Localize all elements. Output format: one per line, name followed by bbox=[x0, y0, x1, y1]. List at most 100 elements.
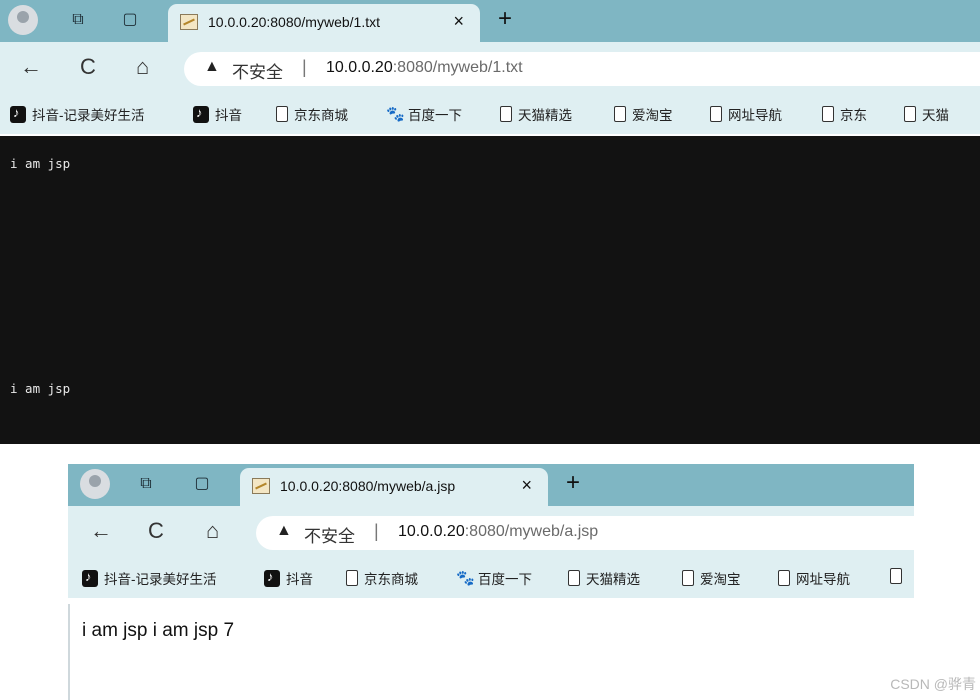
home-icon[interactable]: ⌂ bbox=[136, 54, 149, 80]
insecure-label[interactable]: 不安全 bbox=[304, 522, 355, 547]
bookmark-label: 京东商城 bbox=[364, 572, 418, 587]
baidu-paw-icon: 🐾 bbox=[386, 105, 405, 123]
tomcat-favicon-icon bbox=[252, 478, 270, 494]
tab-active[interactable]: 10.0.0.20:8080/myweb/a.jsp × bbox=[240, 468, 548, 506]
tab-actions-icon[interactable]: ▢ bbox=[192, 474, 212, 494]
bookmark-item[interactable]: 天猫精选 bbox=[568, 568, 640, 588]
page-text: i am jsp i am jsp 7 bbox=[82, 620, 235, 641]
bookmark-item[interactable]: 爱淘宝 bbox=[682, 568, 741, 588]
bookmark-item[interactable]: 🐾 百度一下 bbox=[386, 104, 462, 124]
insecure-label[interactable]: 不安全 bbox=[232, 58, 283, 83]
bookmark-label: 天猫 bbox=[922, 108, 949, 123]
page-icon bbox=[710, 106, 722, 122]
page-icon bbox=[614, 106, 626, 122]
warning-triangle-icon[interactable]: ▲ bbox=[276, 522, 292, 540]
page-content: i am jsp i am jsp 7 bbox=[68, 604, 914, 700]
tab-actions-icon[interactable]: ▢ bbox=[120, 10, 140, 30]
url-host: 10.0.0.20 bbox=[398, 523, 465, 540]
tab-strip: ⧉ ▢ 10.0.0.20:8080/myweb/1.txt × + bbox=[0, 0, 980, 42]
bookmark-label: 爱淘宝 bbox=[700, 572, 741, 587]
bookmark-item[interactable]: 天猫 bbox=[904, 104, 949, 124]
url-host: 10.0.0.20 bbox=[326, 59, 393, 76]
watermark: CSDN @骅青 bbox=[890, 676, 976, 692]
url-path: :8080/myweb/1.txt bbox=[392, 59, 523, 76]
page-icon bbox=[778, 570, 790, 586]
browser-window-bottom: ⧉ ▢ 10.0.0.20:8080/myweb/a.jsp × + ← C ⌂… bbox=[68, 464, 914, 700]
tiktok-icon bbox=[193, 105, 209, 123]
url-text[interactable]: 10.0.0.20:8080/myweb/1.txt bbox=[326, 59, 523, 77]
page-icon bbox=[500, 106, 512, 122]
page-icon bbox=[568, 570, 580, 586]
bookmark-item[interactable]: 抖音-记录美好生活 bbox=[10, 104, 145, 124]
bookmark-item[interactable]: 京东商城 bbox=[346, 568, 418, 588]
bookmark-item[interactable]: 京东商城 bbox=[276, 104, 348, 124]
bookmarks-bar: 抖音-记录美好生活 抖音 京东商城 🐾百度一下 天猫精选 爱淘宝 网址导航 京东… bbox=[0, 94, 980, 134]
address-bar[interactable]: ▲ 不安全 | 10.0.0.20:8080/myweb/1.txt bbox=[184, 52, 980, 86]
workspaces-icon[interactable]: ⧉ bbox=[136, 474, 156, 494]
bookmark-label: 百度一下 bbox=[408, 108, 462, 123]
bookmarks-bar: 抖音-记录美好生活 抖音 京东商城 🐾百度一下 天猫精选 爱淘宝 网址导航 bbox=[68, 558, 914, 598]
tiktok-icon bbox=[10, 105, 26, 123]
bookmark-label: 京东商城 bbox=[294, 108, 348, 123]
bookmark-label: 百度一下 bbox=[478, 572, 532, 587]
bookmark-label: 天猫精选 bbox=[518, 108, 572, 123]
reload-icon[interactable]: C bbox=[148, 518, 164, 544]
home-icon[interactable]: ⌂ bbox=[206, 518, 219, 544]
tab-active[interactable]: 10.0.0.20:8080/myweb/1.txt × bbox=[168, 4, 480, 42]
new-tab-icon[interactable]: + bbox=[498, 6, 512, 32]
bookmark-label: 网址导航 bbox=[796, 572, 850, 587]
bookmark-item[interactable]: 抖音 bbox=[264, 568, 313, 588]
bookmark-label: 网址导航 bbox=[728, 108, 782, 123]
bookmark-item[interactable]: 天猫精选 bbox=[500, 104, 572, 124]
page-icon bbox=[890, 568, 902, 584]
url-path: :8080/myweb/a.jsp bbox=[464, 523, 599, 540]
new-tab-icon[interactable]: + bbox=[566, 470, 580, 496]
bookmark-label: 爱淘宝 bbox=[632, 108, 673, 123]
tab-title: 10.0.0.20:8080/myweb/1.txt bbox=[208, 14, 380, 30]
tomcat-favicon-icon bbox=[180, 14, 198, 30]
url-text[interactable]: 10.0.0.20:8080/myweb/a.jsp bbox=[398, 523, 598, 541]
page-icon bbox=[682, 570, 694, 586]
profile-avatar-icon[interactable] bbox=[80, 469, 110, 499]
bookmark-item[interactable]: 爱淘宝 bbox=[614, 104, 673, 124]
bookmark-item[interactable]: 抖音-记录美好生活 bbox=[82, 568, 217, 588]
bookmark-item[interactable]: 抖音 bbox=[193, 104, 242, 124]
bookmark-label: 抖音 bbox=[286, 572, 313, 587]
browser-toolbar: ← C ⌂ ▲ 不安全 | 10.0.0.20:8080/myweb/1.txt bbox=[0, 42, 980, 94]
bookmark-label: 抖音 bbox=[215, 108, 242, 123]
page-icon bbox=[904, 106, 916, 122]
page-icon bbox=[822, 106, 834, 122]
baidu-paw-icon: 🐾 bbox=[456, 569, 475, 587]
bookmark-label: 京东 bbox=[840, 108, 867, 123]
bookmark-item[interactable]: 京东 bbox=[822, 104, 867, 124]
profile-avatar-icon[interactable] bbox=[8, 5, 38, 35]
address-separator: | bbox=[302, 57, 307, 77]
bookmark-item[interactable]: 网址导航 bbox=[778, 568, 850, 588]
browser-toolbar: ← C ⌂ ▲ 不安全 | 10.0.0.20:8080/myweb/a.jsp bbox=[68, 506, 914, 558]
workspaces-icon[interactable]: ⧉ bbox=[68, 10, 88, 30]
text-line: i am jsp bbox=[10, 381, 71, 396]
tiktok-icon bbox=[264, 569, 280, 587]
browser-window-top: ⧉ ▢ 10.0.0.20:8080/myweb/1.txt × + ← C ⌂… bbox=[0, 0, 980, 444]
address-separator: | bbox=[374, 521, 379, 541]
close-tab-icon[interactable]: × bbox=[521, 475, 532, 496]
warning-triangle-icon[interactable]: ▲ bbox=[204, 58, 220, 76]
back-arrow-icon[interactable]: ← bbox=[20, 54, 42, 80]
tab-title: 10.0.0.20:8080/myweb/a.jsp bbox=[280, 478, 456, 494]
tiktok-icon bbox=[82, 569, 98, 587]
close-tab-icon[interactable]: × bbox=[453, 11, 464, 32]
bookmark-item[interactable] bbox=[890, 568, 908, 584]
bookmark-item[interactable]: 🐾 百度一下 bbox=[456, 568, 532, 588]
bookmark-label: 天猫精选 bbox=[586, 572, 640, 587]
bookmark-item[interactable]: 网址导航 bbox=[710, 104, 782, 124]
page-icon bbox=[346, 570, 358, 586]
address-bar[interactable]: ▲ 不安全 | 10.0.0.20:8080/myweb/a.jsp bbox=[256, 516, 914, 550]
bookmark-label: 抖音-记录美好生活 bbox=[32, 108, 145, 123]
bookmark-label: 抖音-记录美好生活 bbox=[104, 572, 217, 587]
page-icon bbox=[276, 106, 288, 122]
page-content: i am jsp i am jsp bbox=[0, 136, 980, 444]
back-arrow-icon[interactable]: ← bbox=[90, 518, 112, 544]
tab-strip: ⧉ ▢ 10.0.0.20:8080/myweb/a.jsp × + bbox=[68, 464, 914, 506]
reload-icon[interactable]: C bbox=[80, 54, 96, 80]
text-line: i am jsp bbox=[10, 156, 71, 171]
